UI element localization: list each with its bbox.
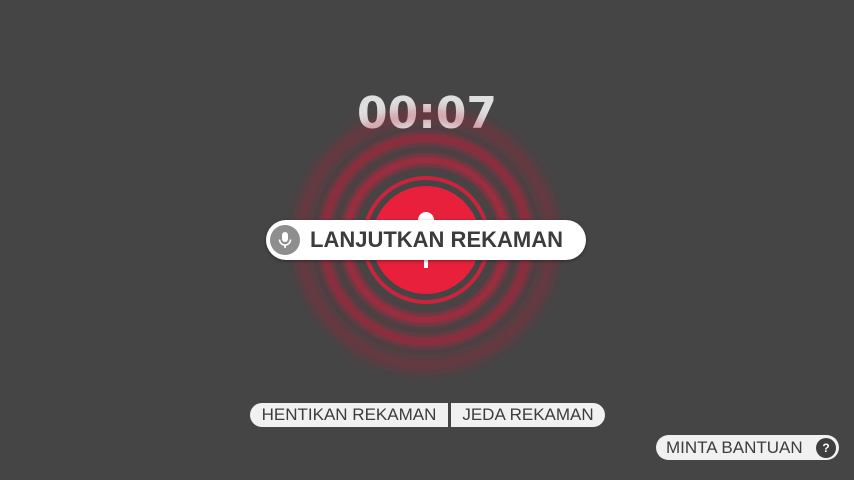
resume-recording-label: LANJUTKAN REKAMAN [310,227,563,252]
pause-recording-button[interactable]: JEDA REKAMAN [451,403,605,427]
help-button[interactable]: MINTA BANTUAN ? [656,435,839,460]
microphone-icon [270,225,300,255]
question-mark-icon: ? [816,437,836,458]
resume-recording-status[interactable]: LANJUTKAN REKAMAN [266,220,586,260]
help-label: MINTA BANTUAN [666,437,803,457]
stop-recording-button[interactable]: HENTIKAN REKAMAN [250,403,448,427]
